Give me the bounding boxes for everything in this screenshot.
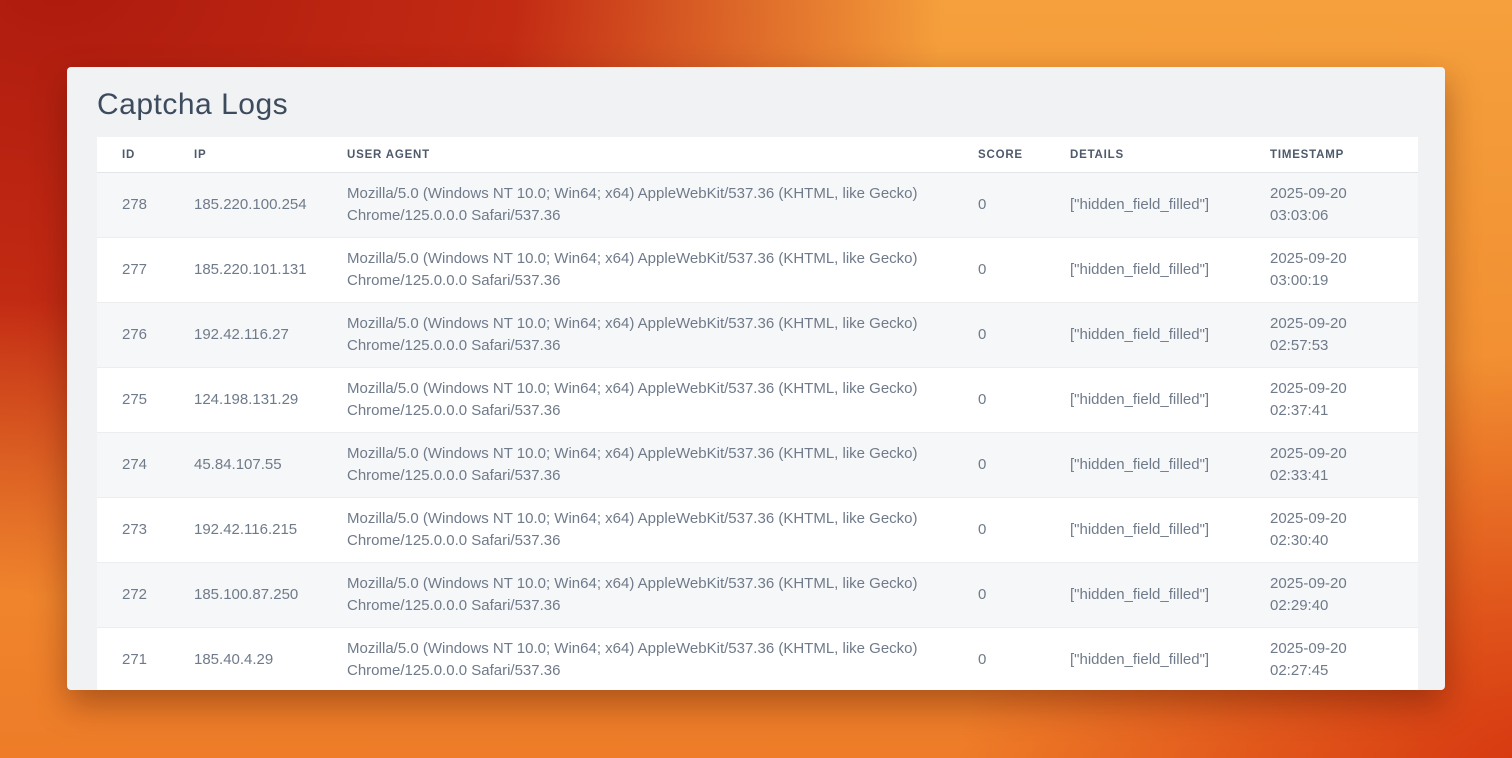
column-header-ip: IP xyxy=(169,137,322,173)
cell-details: ["hidden_field_filled"] xyxy=(1045,368,1245,433)
column-header-details: DETAILS xyxy=(1045,137,1245,173)
cell-ip: 185.220.101.131 xyxy=(169,238,322,303)
cell-user-agent: Mozilla/5.0 (Windows NT 10.0; Win64; x64… xyxy=(322,433,953,498)
cell-id: 272 xyxy=(97,563,169,628)
table-row: 273 192.42.116.215 Mozilla/5.0 (Windows … xyxy=(97,498,1418,563)
cell-user-agent: Mozilla/5.0 (Windows NT 10.0; Win64; x64… xyxy=(322,173,953,238)
cell-ip: 185.100.87.250 xyxy=(169,563,322,628)
cell-ip: 185.40.4.29 xyxy=(169,628,322,691)
table-body: 278 185.220.100.254 Mozilla/5.0 (Windows… xyxy=(97,173,1418,691)
cell-score: 0 xyxy=(953,303,1045,368)
cell-user-agent: Mozilla/5.0 (Windows NT 10.0; Win64; x64… xyxy=(322,563,953,628)
cell-user-agent: Mozilla/5.0 (Windows NT 10.0; Win64; x64… xyxy=(322,368,953,433)
table-row: 271 185.40.4.29 Mozilla/5.0 (Windows NT … xyxy=(97,628,1418,691)
table-row: 274 45.84.107.55 Mozilla/5.0 (Windows NT… xyxy=(97,433,1418,498)
cell-user-agent: Mozilla/5.0 (Windows NT 10.0; Win64; x64… xyxy=(322,303,953,368)
cell-score: 0 xyxy=(953,563,1045,628)
cell-timestamp: 2025-09-20 02:29:40 xyxy=(1245,563,1418,628)
cell-id: 271 xyxy=(97,628,169,691)
column-header-id: ID xyxy=(97,137,169,173)
captcha-logs-card: Captcha Logs ID IP USER AGENT SCORE DETA… xyxy=(67,67,1445,690)
cell-details: ["hidden_field_filled"] xyxy=(1045,238,1245,303)
cell-ip: 185.220.100.254 xyxy=(169,173,322,238)
cell-ip: 124.198.131.29 xyxy=(169,368,322,433)
cell-score: 0 xyxy=(953,628,1045,691)
table-row: 276 192.42.116.27 Mozilla/5.0 (Windows N… xyxy=(97,303,1418,368)
cell-details: ["hidden_field_filled"] xyxy=(1045,303,1245,368)
cell-id: 278 xyxy=(97,173,169,238)
cell-id: 276 xyxy=(97,303,169,368)
cell-timestamp: 2025-09-20 03:03:06 xyxy=(1245,173,1418,238)
cell-details: ["hidden_field_filled"] xyxy=(1045,498,1245,563)
table-row: 277 185.220.101.131 Mozilla/5.0 (Windows… xyxy=(97,238,1418,303)
cell-score: 0 xyxy=(953,173,1045,238)
cell-details: ["hidden_field_filled"] xyxy=(1045,563,1245,628)
cell-user-agent: Mozilla/5.0 (Windows NT 10.0; Win64; x64… xyxy=(322,498,953,563)
cell-timestamp: 2025-09-20 02:57:53 xyxy=(1245,303,1418,368)
cell-user-agent: Mozilla/5.0 (Windows NT 10.0; Win64; x64… xyxy=(322,628,953,691)
captcha-logs-table: ID IP USER AGENT SCORE DETAILS TIMESTAMP… xyxy=(97,137,1418,690)
table-row: 272 185.100.87.250 Mozilla/5.0 (Windows … xyxy=(97,563,1418,628)
cell-score: 0 xyxy=(953,498,1045,563)
cell-user-agent: Mozilla/5.0 (Windows NT 10.0; Win64; x64… xyxy=(322,238,953,303)
cell-timestamp: 2025-09-20 02:37:41 xyxy=(1245,368,1418,433)
cell-id: 275 xyxy=(97,368,169,433)
cell-timestamp: 2025-09-20 02:30:40 xyxy=(1245,498,1418,563)
cell-score: 0 xyxy=(953,368,1045,433)
cell-score: 0 xyxy=(953,238,1045,303)
cell-details: ["hidden_field_filled"] xyxy=(1045,433,1245,498)
table-header: ID IP USER AGENT SCORE DETAILS TIMESTAMP xyxy=(97,137,1418,173)
table-row: 278 185.220.100.254 Mozilla/5.0 (Windows… xyxy=(97,173,1418,238)
column-header-timestamp: TIMESTAMP xyxy=(1245,137,1418,173)
cell-ip: 192.42.116.27 xyxy=(169,303,322,368)
cell-details: ["hidden_field_filled"] xyxy=(1045,173,1245,238)
cell-id: 277 xyxy=(97,238,169,303)
column-header-score: SCORE xyxy=(953,137,1045,173)
cell-timestamp: 2025-09-20 02:27:45 xyxy=(1245,628,1418,691)
cell-ip: 192.42.116.215 xyxy=(169,498,322,563)
cell-score: 0 xyxy=(953,433,1045,498)
cell-details: ["hidden_field_filled"] xyxy=(1045,628,1245,691)
table-row: 275 124.198.131.29 Mozilla/5.0 (Windows … xyxy=(97,368,1418,433)
cell-timestamp: 2025-09-20 02:33:41 xyxy=(1245,433,1418,498)
cell-id: 273 xyxy=(97,498,169,563)
page-title: Captcha Logs xyxy=(97,85,1415,125)
cell-ip: 45.84.107.55 xyxy=(169,433,322,498)
cell-id: 274 xyxy=(97,433,169,498)
column-header-user-agent: USER AGENT xyxy=(322,137,953,173)
cell-timestamp: 2025-09-20 03:00:19 xyxy=(1245,238,1418,303)
page-background: { "page": { "title": "Captcha Logs" }, "… xyxy=(0,0,1512,758)
